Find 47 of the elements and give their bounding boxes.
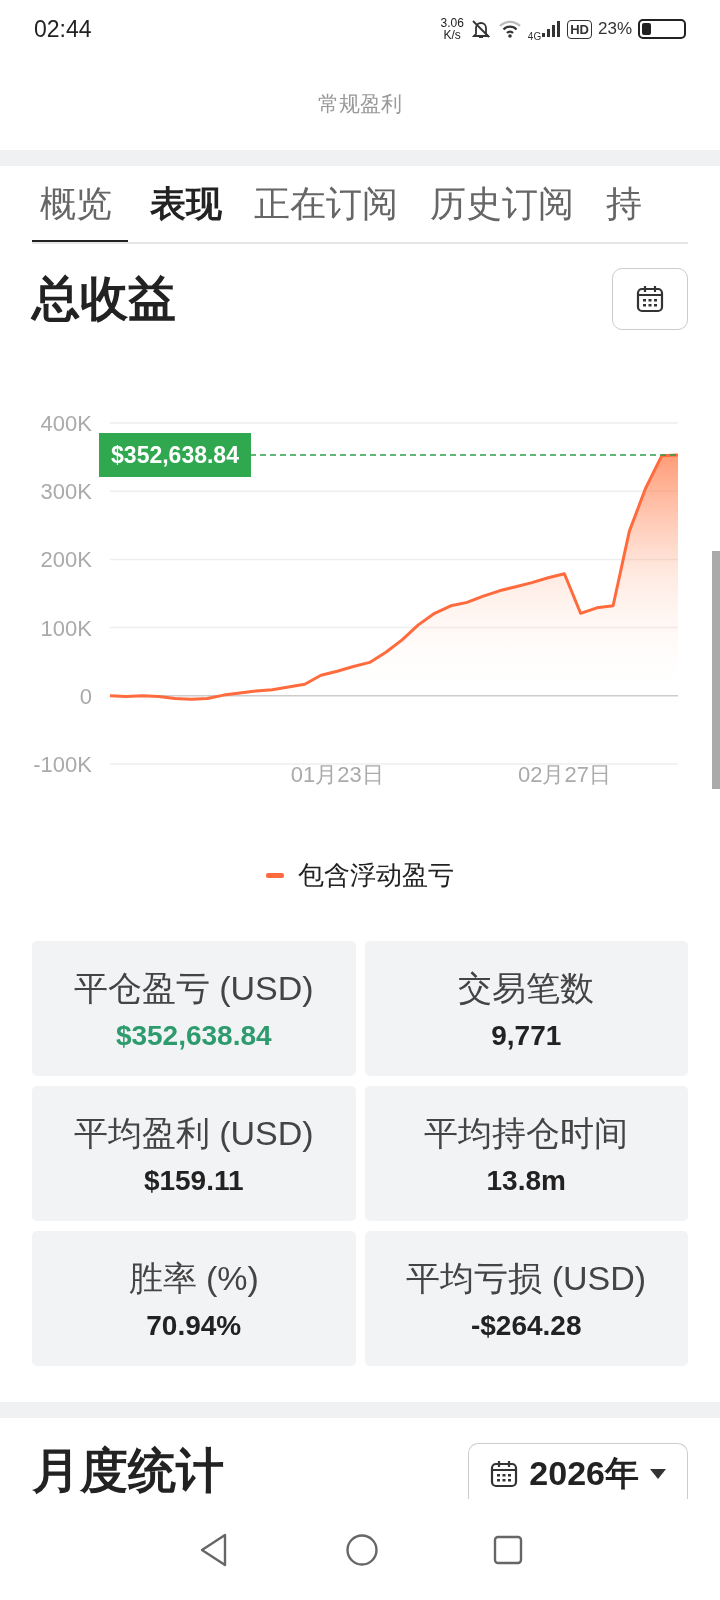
- battery-icon: [638, 19, 686, 39]
- home-icon[interactable]: [345, 1533, 379, 1567]
- stat-value: 9,771: [491, 1019, 562, 1052]
- stat-label: 平仓盈亏 (USD): [73, 967, 314, 1009]
- x-axis-label: 01月23日: [290, 762, 384, 787]
- stat-value: 13.8m: [486, 1164, 566, 1197]
- signal-icon: [541, 20, 562, 38]
- x-axis-label: 02月27日: [517, 762, 611, 787]
- hd-badge: HD: [567, 19, 592, 39]
- battery-percent: 23%: [597, 19, 632, 39]
- stat-label: 平均持仓时间: [424, 1112, 629, 1154]
- tab[interactable]: 正在订阅: [238, 176, 414, 242]
- speed-unit: K/s: [443, 29, 461, 41]
- network-type: 4G: [527, 30, 542, 42]
- tab[interactable]: 持: [590, 176, 658, 242]
- stat-label: 交易笔数: [458, 967, 595, 1009]
- stat-label: 胜率 (%): [128, 1257, 259, 1299]
- caret-icon: [649, 1467, 667, 1480]
- tab[interactable]: 表现: [134, 176, 238, 242]
- stat-label: 平均亏损 (USD): [406, 1257, 647, 1299]
- year-dropdown[interactable]: 2026年: [468, 1443, 688, 1499]
- stat-value: $159.11: [143, 1164, 244, 1197]
- calendar-icon: [635, 284, 665, 314]
- y-axis-label: 0: [79, 683, 92, 709]
- y-axis-label: 300K: [40, 479, 92, 505]
- y-axis-label: 400K: [40, 411, 92, 436]
- value-tag: $352,638.84: [99, 433, 251, 478]
- calendar-icon: [489, 1458, 520, 1489]
- tab[interactable]: 概览: [32, 176, 128, 242]
- legend-label: 包含浮动盈亏: [298, 858, 454, 892]
- y-axis-label: 100K: [40, 615, 92, 641]
- y-axis-label: -100K: [33, 752, 92, 777]
- page-title: 常规盈利: [318, 91, 402, 117]
- calendar-button[interactable]: [612, 268, 688, 330]
- tab[interactable]: 历史订阅: [414, 176, 590, 242]
- y-axis-label: 200K: [40, 547, 92, 573]
- stat-label: 平均盈利 (USD): [73, 1112, 314, 1154]
- stat-value: $352,638.84: [115, 1019, 272, 1052]
- stat-value: 70.94%: [146, 1309, 242, 1342]
- recent-apps-icon[interactable]: [493, 1535, 523, 1565]
- section-title: 总收益: [32, 271, 176, 327]
- muted-bell-icon: [469, 18, 492, 40]
- wifi-icon: [497, 19, 522, 39]
- stat-value: -$264.28: [470, 1309, 582, 1342]
- section-title: 月度统计: [32, 1443, 224, 1499]
- status-time: 02:44: [34, 15, 92, 43]
- network-speed: 3.06: [440, 17, 464, 29]
